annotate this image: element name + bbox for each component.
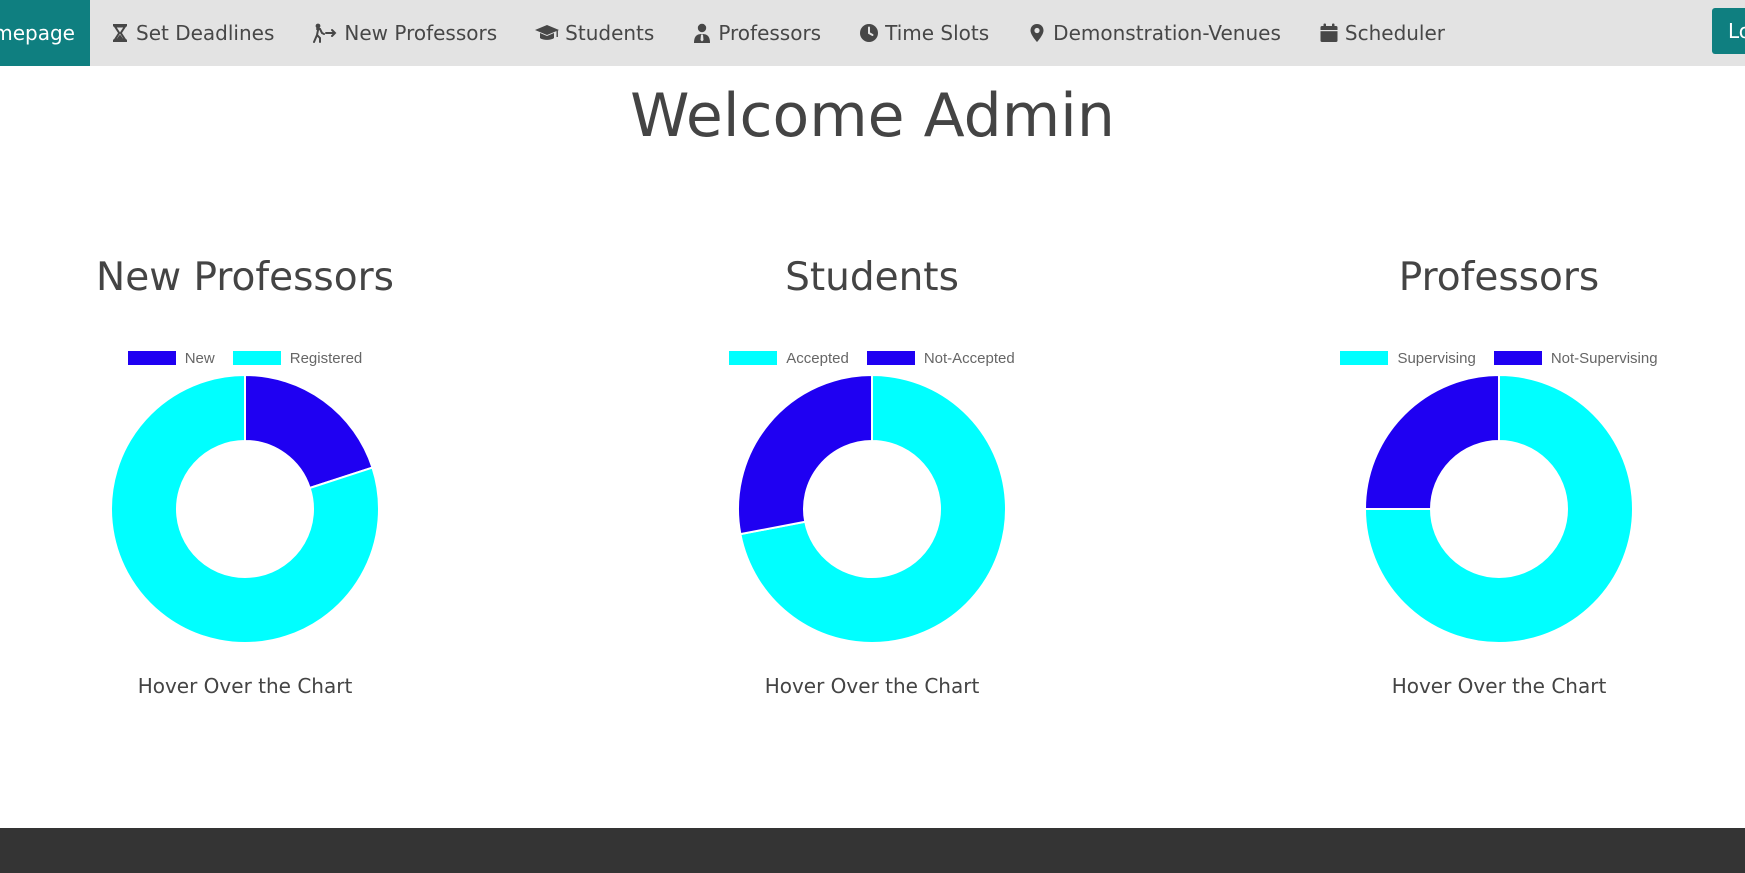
students-chart-panel: Students Accepted Not-Accepted Hover Over… — [652, 250, 1092, 698]
graduation-cap-icon — [535, 25, 560, 40]
donut-chart[interactable] — [737, 374, 1007, 644]
chart-hint: Hover Over the Chart — [764, 674, 980, 698]
chart-hint: Hover Over the Chart — [1391, 674, 1607, 698]
chart-legend: New Registered — [25, 348, 465, 368]
legend-label: Supervising — [1397, 349, 1476, 367]
legend-swatch — [127, 351, 176, 365]
nav-item-professors[interactable]: Professors — [672, 0, 839, 66]
map-pin-icon — [1030, 24, 1044, 42]
nav-item-new-professors[interactable]: New Professors — [292, 0, 515, 66]
chart-title: Professors — [1398, 255, 1600, 300]
donut-slice-not-supervising[interactable] — [1364, 374, 1500, 510]
legend-swatch — [1340, 351, 1389, 365]
legend-item[interactable]: Accepted — [729, 350, 849, 367]
legend-label: Registered — [289, 349, 363, 367]
legend-item[interactable]: Supervising — [1340, 349, 1476, 367]
nav-item-time-slots[interactable]: Time Slots — [839, 0, 1007, 66]
legend-label: Accepted — [786, 349, 849, 367]
legend-label: Not-Accepted — [923, 349, 1015, 367]
chart-legend: Supervising Not-Supervising — [1279, 348, 1719, 368]
chart-title: Students — [785, 255, 959, 300]
homepage-button[interactable]: omepage — [0, 0, 90, 66]
nav-item-demonstration-venues[interactable]: Demonstration-Venues — [1007, 0, 1299, 66]
legend-swatch — [1493, 351, 1542, 365]
logout-button[interactable]: Lo — [1712, 8, 1745, 54]
user-tie-icon — [694, 23, 711, 43]
nav-label: Students — [565, 21, 655, 45]
nav-item-set-deadlines[interactable]: Set Deadlines — [90, 0, 292, 66]
top-navbar: omepage Set Deadlines New Professors — [0, 0, 1745, 66]
homepage-label: omepage — [0, 21, 75, 45]
nav-label: Time Slots — [885, 21, 990, 45]
page-footer — [0, 828, 1745, 873]
hourglass-icon — [113, 24, 127, 42]
professors-chart-panel: Professors Supervising Not-Supervising Ho… — [1279, 250, 1719, 698]
chart-title: New Professors — [96, 255, 394, 300]
nav-item-scheduler[interactable]: Scheduler — [1299, 0, 1463, 66]
nav-label: Set Deadlines — [136, 21, 275, 45]
nav-menu: Set Deadlines New Professors Students Pr… — [90, 0, 1463, 66]
legend-item[interactable]: Not-Accepted — [866, 349, 1015, 367]
legend-swatch — [729, 351, 778, 365]
nav-label: Professors — [718, 21, 822, 45]
legend-swatch — [866, 351, 915, 365]
legend-swatch — [232, 351, 281, 365]
nav-label: New Professors — [344, 21, 498, 45]
legend-label: New — [184, 349, 215, 367]
nav-label: Scheduler — [1344, 21, 1446, 45]
legend-item[interactable]: New — [127, 349, 215, 367]
person-arrow-icon — [313, 23, 337, 43]
logout-label: Lo — [1728, 19, 1745, 43]
page-title: Welcome Admin — [630, 81, 1115, 151]
donut-chart[interactable] — [110, 374, 380, 644]
legend-label: Not-Supervising — [1550, 349, 1658, 367]
legend-item[interactable]: Not-Supervising — [1493, 349, 1658, 367]
donut-slice-not-accepted[interactable] — [737, 374, 873, 536]
new-professors-chart-panel: New Professors New Registered Hover Over … — [25, 250, 465, 698]
donut-chart[interactable] — [1364, 374, 1634, 644]
calendar-icon — [1320, 23, 1338, 42]
donut-slice-new[interactable] — [244, 374, 374, 490]
nav-item-students[interactable]: Students — [515, 0, 672, 66]
clock-icon — [860, 24, 879, 42]
chart-legend: Accepted Not-Accepted — [652, 348, 1092, 368]
chart-hint: Hover Over the Chart — [137, 674, 353, 698]
legend-item[interactable]: Registered — [232, 349, 363, 367]
nav-label: Demonstration-Venues — [1053, 21, 1281, 45]
